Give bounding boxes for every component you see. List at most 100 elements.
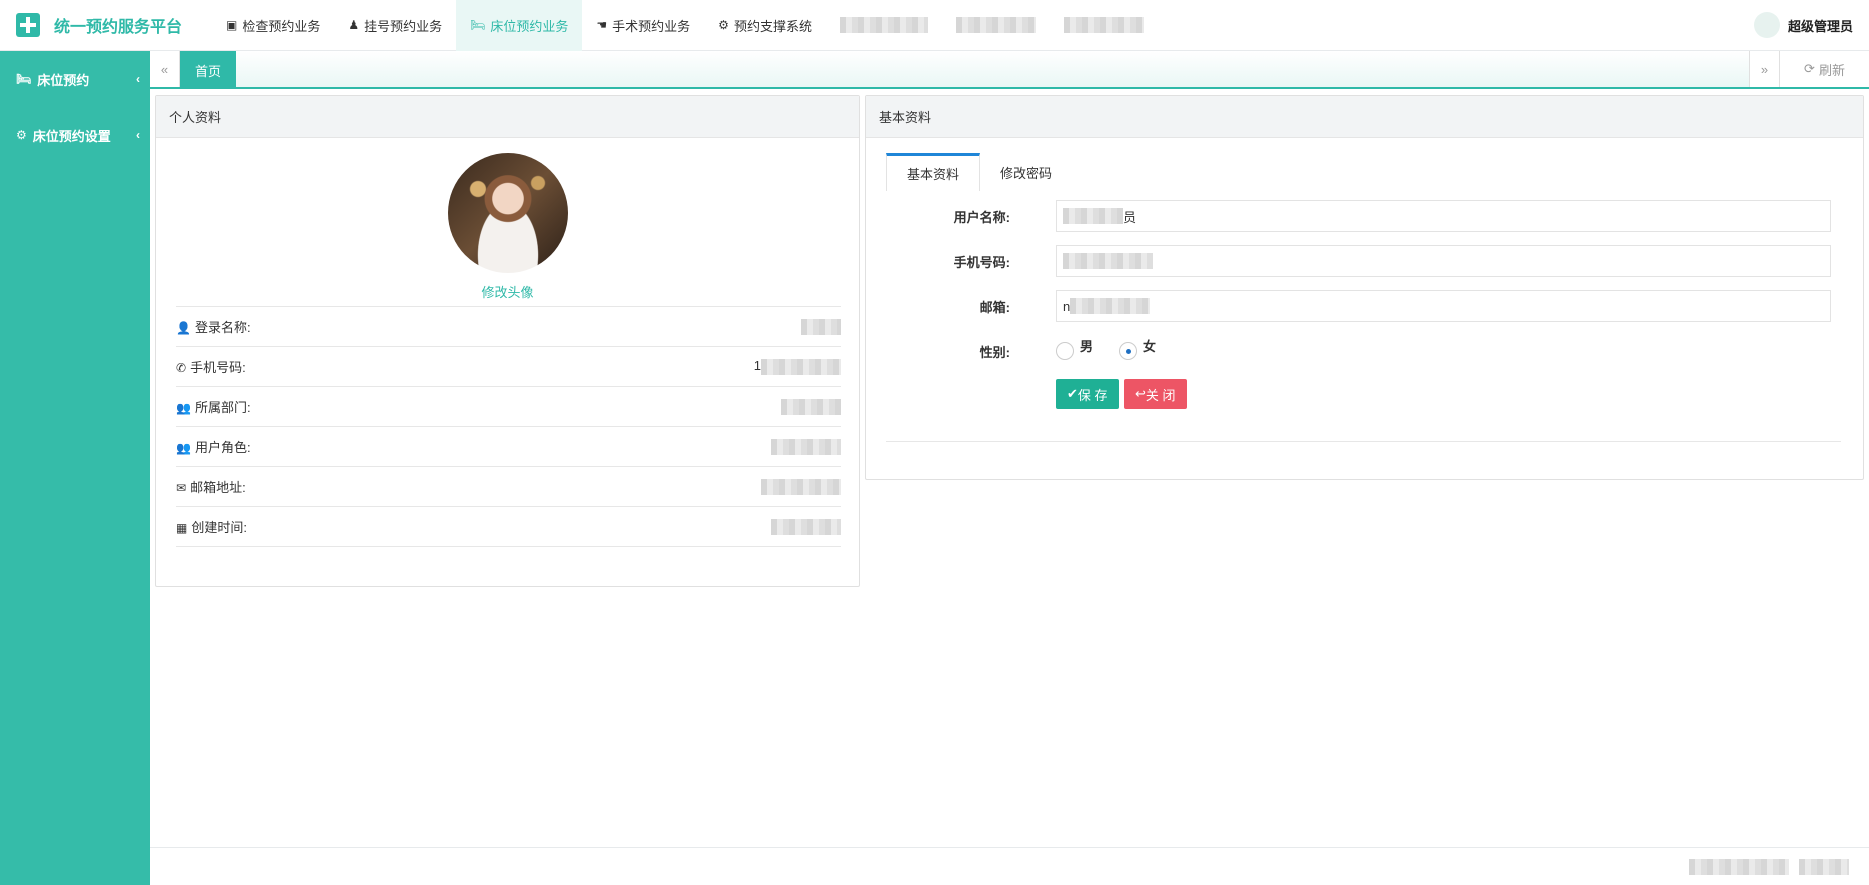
info-label-text: 手机号码: <box>190 360 246 375</box>
username-field[interactable]: 员 <box>1056 200 1831 232</box>
sidebar-item-bed-booking[interactable]: 🛏 床位预约 ‹ <box>0 51 150 107</box>
person-icon: ♟ <box>348 18 360 32</box>
info-row-login-name: 👤 登录名称: <box>176 307 841 347</box>
redacted-text <box>1799 859 1849 875</box>
redacted-text <box>761 358 841 375</box>
users-icon: 👥 <box>176 441 191 455</box>
top-navbar: 统一预约服务平台 ▣ 检查预约业务 ♟ 挂号预约业务 🛏 床位预约业务 ☚ 手术… <box>0 0 1869 51</box>
redacted-text <box>761 478 841 495</box>
refresh-icon: ⟳ <box>1804 61 1815 76</box>
info-row-phone: ✆ 手机号码: 1 <box>176 347 841 387</box>
gender-radio-group: 男 女 <box>1056 339 1182 361</box>
refresh-label: 刷新 <box>1818 62 1845 78</box>
double-left-icon: « <box>160 61 169 77</box>
nav-item-redacted-2[interactable] <box>942 0 1050 51</box>
close-button[interactable]: ↩ 关 闭 <box>1124 379 1187 409</box>
tabs-scroll-right-button[interactable]: » <box>1749 51 1779 87</box>
refresh-button[interactable]: ⟳ 刷新 <box>1779 51 1869 87</box>
reply-icon: ↩ <box>1135 386 1146 401</box>
info-label-text: 登录名称: <box>194 320 251 335</box>
gears-icon: ⚙ <box>16 128 27 142</box>
tabs-scroll-left-button[interactable]: « <box>150 51 180 87</box>
phone-field[interactable] <box>1056 245 1831 277</box>
redacted-text <box>801 318 841 335</box>
nav-item-label: 手术预约业务 <box>612 18 691 34</box>
save-button-label: 保 存 <box>1077 387 1108 403</box>
nav-item-exam[interactable]: ▣ 检查预约业务 <box>212 0 334 51</box>
footer-text <box>1689 859 1849 878</box>
users-icon: 👥 <box>176 401 191 415</box>
profile-avatar <box>448 153 568 273</box>
info-label-text: 创建时间: <box>191 520 247 535</box>
info-label-text: 邮箱地址: <box>190 480 246 495</box>
gender-radio-male[interactable] <box>1056 342 1074 360</box>
tab-basic-info[interactable]: 基本资料 <box>886 153 981 191</box>
redacted-text <box>1689 859 1790 875</box>
redacted-text <box>839 17 928 33</box>
plus-icon <box>16 13 40 37</box>
nav-item-support[interactable]: ⚙ 预约支撑系统 <box>704 0 826 51</box>
nav-item-label: 检查预约业务 <box>242 18 321 34</box>
logo[interactable]: 统一预约服务平台 <box>0 0 212 51</box>
redacted-text <box>1063 208 1123 224</box>
hand-icon: ☚ <box>596 18 608 32</box>
form-row-email: 邮箱: n <box>866 290 1863 322</box>
form-row-gender: 性别: 男 女 <box>866 336 1863 366</box>
chevron-left-icon: ‹ <box>136 72 140 86</box>
username-label: 用户名称: <box>953 209 1010 225</box>
info-label-text: 所属部门: <box>194 400 251 415</box>
bed-icon: 🛏 <box>470 18 486 32</box>
double-right-icon: » <box>1760 61 1769 77</box>
redacted-text <box>781 398 841 415</box>
calendar-icon: ▦ <box>176 521 188 535</box>
info-row-role: 👥 用户角色: <box>176 427 841 467</box>
user-name: 超级管理员 <box>1787 18 1853 34</box>
profile-panel: 个人资料 修改头像 👤 登录名称: ✆ 手机号码: 1 👥 所属部门: 👥 用户角色: … <box>155 95 860 587</box>
page-tabs-bar: « 首页 » ⟳ 刷新 <box>150 51 1869 89</box>
gender-radio-female[interactable] <box>1119 342 1138 360</box>
nav-item-label: 预约支撑系统 <box>733 18 812 34</box>
nav-item-redacted-3[interactable] <box>1050 0 1158 51</box>
check-icon: ✔ <box>1067 386 1078 401</box>
info-row-created: ▦ 创建时间: <box>176 507 841 547</box>
tab-change-password[interactable]: 修改密码 <box>980 153 1072 191</box>
id-card-icon: ▣ <box>226 18 238 32</box>
form-row-username: 用户名称: 员 <box>866 200 1863 232</box>
sidebar-item-label: 床位预约设置 <box>32 128 111 144</box>
sidebar-item-bed-settings[interactable]: ⚙ 床位预约设置 ‹ <box>0 107 150 163</box>
footer <box>150 847 1869 885</box>
gear-icon: ⚙ <box>718 18 729 32</box>
nav-item-label: 挂号预约业务 <box>364 18 443 34</box>
form-divider <box>886 441 1841 442</box>
phone-label: 手机号码: <box>953 254 1010 270</box>
info-row-department: 👥 所属部门: <box>176 387 841 427</box>
redacted-text <box>1070 298 1151 314</box>
nav-item-surgery[interactable]: ☚ 手术预约业务 <box>582 0 704 51</box>
sidebar: 🛏 床位预约 ‹ ⚙ 床位预约设置 ‹ <box>0 51 150 885</box>
info-label-text: 用户角色: <box>194 440 251 455</box>
redacted-text <box>1063 253 1153 269</box>
nav-item-registration[interactable]: ♟ 挂号预约业务 <box>334 0 456 51</box>
basic-info-panel-title: 基本资料 <box>866 96 1863 138</box>
chevron-left-icon: ‹ <box>136 128 140 142</box>
edit-avatar-link[interactable]: 修改头像 <box>156 282 859 301</box>
username-value: 员 <box>1123 209 1137 225</box>
tab-home[interactable]: 首页 <box>180 51 236 89</box>
email-field[interactable]: n <box>1056 290 1831 322</box>
email-label: 邮箱: <box>979 299 1010 315</box>
form-row-phone: 手机号码: <box>866 245 1863 277</box>
info-row-email: ✉ 邮箱地址: <box>176 467 841 507</box>
app-title: 统一预约服务平台 <box>54 19 183 36</box>
gender-option-female: 女 <box>1143 338 1157 354</box>
nav-item-bed[interactable]: 🛏 床位预约业务 <box>456 0 583 51</box>
basic-info-panel: 基本资料 基本资料 修改密码 用户名称: 员 手机号码: 邮箱: n 性别: 男… <box>865 95 1864 480</box>
user-menu[interactable]: 超级管理员 <box>1753 12 1853 38</box>
redacted-text <box>1063 17 1144 33</box>
gender-label: 性别: <box>979 344 1010 360</box>
gender-option-male: 男 <box>1080 338 1094 354</box>
close-button-label: 关 闭 <box>1145 387 1176 403</box>
nav-item-redacted-1[interactable] <box>826 0 942 51</box>
main-nav: ▣ 检查预约业务 ♟ 挂号预约业务 🛏 床位预约业务 ☚ 手术预约业务 ⚙ 预约… <box>212 0 1158 51</box>
profile-panel-title: 个人资料 <box>156 96 859 138</box>
save-button[interactable]: ✔ 保 存 <box>1056 379 1119 409</box>
